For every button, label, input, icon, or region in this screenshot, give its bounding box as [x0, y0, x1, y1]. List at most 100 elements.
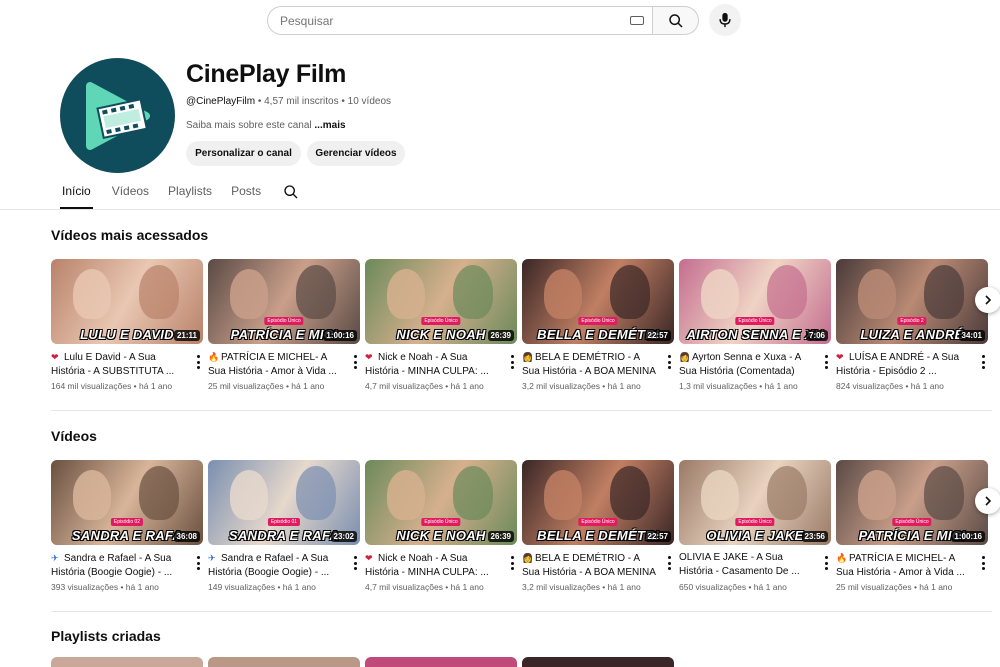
- dot: [353, 360, 357, 364]
- more-options-icon[interactable]: [510, 355, 514, 369]
- search-icon: [668, 13, 683, 28]
- dot: [510, 360, 514, 364]
- video-thumbnail[interactable]: Episódio Único NICK E NOAH 26:39: [365, 460, 517, 545]
- video-title[interactable]: ❤ Nick e Noah - A Sua História - MINHA CU…: [365, 551, 517, 579]
- video-thumbnail[interactable]: Episódio Único NICK E NOAH 26:39: [365, 259, 517, 344]
- more-options-icon[interactable]: [824, 556, 828, 570]
- video-card[interactable]: Episódio Único NICK E NOAH 26:39 ❤ Nick e No…: [365, 259, 517, 391]
- video-meta: 1,3 mil visualizações • há 1 ano: [679, 381, 798, 391]
- video-thumbnail[interactable]: Episódio 02 SANDRA E RAFA 36:08: [51, 460, 203, 545]
- video-thumbnail[interactable]: Episódio Único PATRÍCIA E MICI 1:00:16: [208, 259, 360, 344]
- video-duration: 22:57: [644, 330, 671, 341]
- video-thumbnail[interactable]: Episódio Único AIRTON SENNA E XU 7:06: [679, 259, 831, 344]
- dot: [981, 556, 985, 559]
- thumbnail-figure: [701, 269, 739, 319]
- tab-posts[interactable]: Posts: [231, 184, 261, 209]
- thumbnail-figure: [858, 470, 896, 520]
- episode-badge: Episódio 02: [110, 518, 144, 526]
- episode-badge: Episódio 01: [267, 518, 301, 526]
- video-card[interactable]: Episódio Único BELLA E DEMÉTRI 22:57 👩 BELA …: [522, 460, 674, 592]
- video-title[interactable]: 👩 Ayrton Senna e Xuxa - A Sua História (C…: [679, 350, 831, 378]
- video-card[interactable]: Episódio Único BELLA E DEMÉTRI 22:57 👩 BELA …: [522, 259, 674, 391]
- video-card[interactable]: LULU E DAVID 21:11 ❤ Lulu E David - A Sua H…: [51, 259, 203, 391]
- video-title[interactable]: 🔥 PATRÍCIA E MICHEL- A Sua História - Amo…: [208, 350, 360, 378]
- playlist-thumbnail[interactable]: [365, 657, 517, 667]
- video-card[interactable]: Episódio 02 SANDRA E RAFA 36:08 ✈ Sandra e R…: [51, 460, 203, 592]
- video-duration: 34:01: [958, 330, 985, 341]
- video-thumbnail[interactable]: Episódio 01 SANDRA E RAFA 23:02: [208, 460, 360, 545]
- more-link[interactable]: ...mais: [314, 120, 345, 131]
- video-thumbnail[interactable]: Episódio Único OLIVIA E JAKE 23:56: [679, 460, 831, 545]
- video-title[interactable]: OLIVIA E JAKE - A Sua História - Casamen…: [679, 551, 831, 579]
- video-card[interactable]: Episódio Único PATRÍCIA E MICI 1:00:16 🔥 PAT…: [836, 460, 988, 592]
- channel-name: CinePlay Film: [186, 60, 347, 88]
- more-options-icon[interactable]: [353, 556, 357, 570]
- more-options-icon[interactable]: [824, 355, 828, 369]
- video-title[interactable]: ✈ Sandra e Rafael - A Sua História (Boogi…: [208, 551, 360, 579]
- video-title[interactable]: ❤ LUÍSA E ANDRÉ - A Sua História - Episód…: [836, 350, 988, 378]
- playlist-thumbnail[interactable]: [51, 657, 203, 667]
- more-options-icon[interactable]: [510, 556, 514, 570]
- dot: [667, 556, 671, 559]
- next-arrow-button[interactable]: [975, 287, 1000, 313]
- dot: [824, 355, 828, 358]
- video-title[interactable]: 👩 BELA E DEMÉTRIO - A Sua História - A BO…: [522, 350, 674, 378]
- dot: [981, 366, 985, 369]
- channel-stats: • 4,57 mil inscritos • 10 vídeos: [255, 96, 392, 107]
- next-arrow-button[interactable]: [975, 488, 1000, 514]
- more-options-icon[interactable]: [981, 556, 985, 570]
- keyboard-icon[interactable]: [630, 16, 644, 25]
- video-thumbnail[interactable]: Episódio Único PATRÍCIA E MICI 1:00:16: [836, 460, 988, 545]
- more-options-icon[interactable]: [196, 355, 200, 369]
- more-options-icon[interactable]: [667, 556, 671, 570]
- video-card[interactable]: Episódio 2 LUIZA E ANDRÉ 34:01 ❤ LUÍSA E AND…: [836, 259, 988, 391]
- search-button[interactable]: [653, 6, 699, 35]
- playlist-thumbnail[interactable]: [208, 657, 360, 667]
- video-meta: 393 visualizações • há 1 ano: [51, 582, 159, 592]
- channel-meta: @CinePlayFilm • 4,57 mil inscritos • 10 …: [186, 96, 391, 107]
- video-title[interactable]: 👩 BELA E DEMÉTRIO - A Sua História - A BO…: [522, 551, 674, 579]
- dot: [196, 366, 200, 369]
- video-card[interactable]: Episódio Único AIRTON SENNA E XU 7:06 👩 Ayrt…: [679, 259, 831, 391]
- video-title-text: Nick e Noah - A Sua História - MINHA CUL…: [365, 553, 489, 578]
- video-title-text: BELA E DEMÉTRIO - A Sua História - A BOA…: [522, 352, 656, 377]
- dot: [196, 355, 200, 358]
- video-thumbnail[interactable]: LULU E DAVID 21:11: [51, 259, 203, 344]
- manage-videos-button[interactable]: Gerenciar vídeos: [307, 141, 405, 166]
- video-title[interactable]: ✈ Sandra e Rafael - A Sua História (Boogi…: [51, 551, 203, 579]
- title-emoji-icon: 👩: [522, 553, 534, 563]
- dot: [981, 355, 985, 358]
- channel-avatar[interactable]: [60, 58, 175, 173]
- more-options-icon[interactable]: [981, 355, 985, 369]
- video-title[interactable]: 🔥 PATRÍCIA E MICHEL- A Sua História - Amo…: [836, 551, 988, 579]
- thumbnail-figure: [387, 470, 425, 520]
- section-title-playlists: Playlists criadas: [51, 628, 161, 644]
- episode-badge: Episódio Único: [421, 518, 461, 526]
- video-card[interactable]: Episódio 01 SANDRA E RAFA 23:02 ✈ Sandra e R…: [208, 460, 360, 592]
- video-title[interactable]: ❤ Lulu E David - A Sua História - A SUBST…: [51, 350, 203, 378]
- dot: [196, 567, 200, 570]
- video-card[interactable]: Episódio Único PATRÍCIA E MICI 1:00:16 🔥 PAT…: [208, 259, 360, 391]
- more-options-icon[interactable]: [196, 556, 200, 570]
- video-duration: 22:57: [644, 531, 671, 542]
- video-thumbnail[interactable]: Episódio Único BELLA E DEMÉTRI 22:57: [522, 259, 674, 344]
- episode-badge: Episódio Único: [735, 518, 775, 526]
- video-thumbnail[interactable]: Episódio Único BELLA E DEMÉTRI 22:57: [522, 460, 674, 545]
- video-meta: 4,7 mil visualizações • há 1 ano: [365, 582, 484, 592]
- video-card[interactable]: Episódio Único NICK E NOAH 26:39 ❤ Nick e No…: [365, 460, 517, 592]
- channel-search-button[interactable]: [283, 184, 299, 205]
- channel-description[interactable]: Saiba mais sobre este canal ...mais: [186, 120, 346, 131]
- playlist-thumbnail[interactable]: [522, 657, 674, 667]
- voice-search-button[interactable]: [709, 4, 741, 36]
- more-options-icon[interactable]: [667, 355, 671, 369]
- more-options-icon[interactable]: [353, 355, 357, 369]
- video-title[interactable]: ❤ Nick e Noah - A Sua História - MINHA CU…: [365, 350, 517, 378]
- customize-channel-button[interactable]: Personalizar o canal: [186, 141, 301, 166]
- search-input[interactable]: Pesquisar: [267, 6, 653, 35]
- dot: [667, 561, 671, 565]
- tab-playlists[interactable]: Playlists: [168, 184, 212, 209]
- video-card[interactable]: Episódio Único OLIVIA E JAKE 23:56 OLIVIA E…: [679, 460, 831, 592]
- tab-videos[interactable]: Vídeos: [112, 184, 149, 209]
- tab-home[interactable]: Início: [60, 184, 93, 209]
- video-thumbnail[interactable]: Episódio 2 LUIZA E ANDRÉ 34:01: [836, 259, 988, 344]
